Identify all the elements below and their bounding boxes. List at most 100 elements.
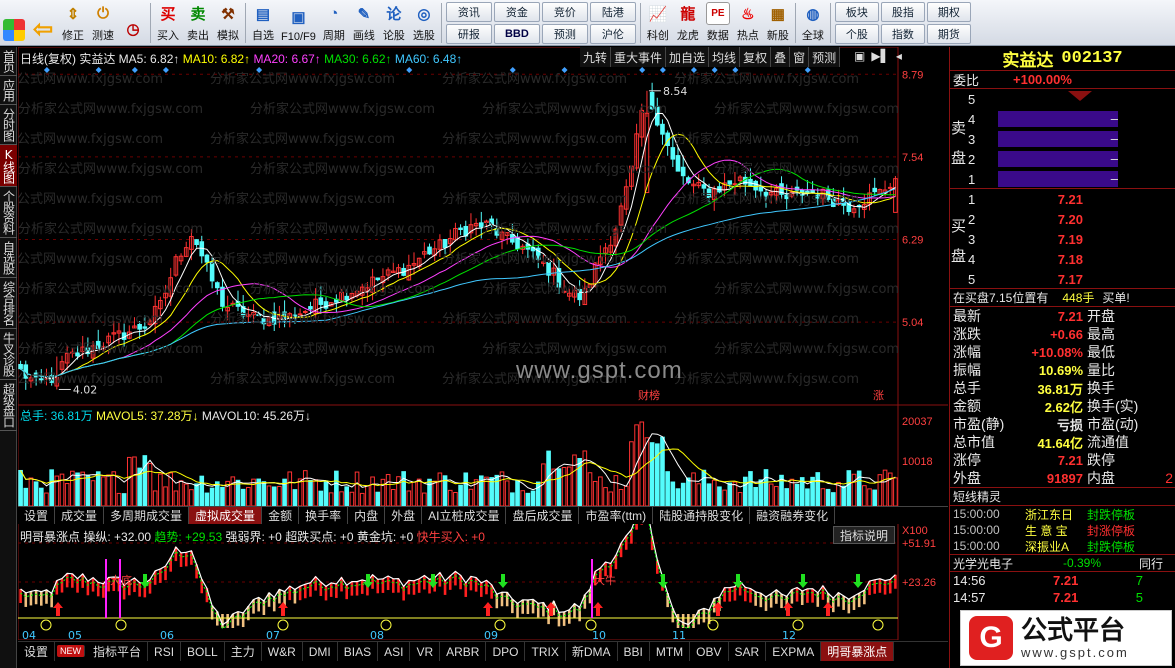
collapse-icon[interactable]: ◂: [896, 49, 902, 63]
indicator-tab-18[interactable]: SAR: [729, 642, 767, 661]
indicator-tab-13[interactable]: TRIX: [525, 642, 566, 661]
indicator-tab-10[interactable]: VR: [410, 642, 441, 661]
toolbar-draw-button[interactable]: ✎ 画线: [349, 0, 379, 46]
volume-subtab-3[interactable]: 虚拟成交量: [189, 507, 263, 524]
toolbar-watchlist-button[interactable]: ▤ 自选: [248, 0, 278, 46]
indicator-tab-12[interactable]: DPO: [486, 642, 526, 661]
volume-subtab-6[interactable]: 内盘: [348, 507, 386, 524]
toolbar-auction-button[interactable]: 竞价: [541, 2, 588, 22]
indicator-tab-20[interactable]: 明哥暴涨点: [821, 642, 895, 661]
toolbar-bbd-button[interactable]: BBD: [493, 24, 540, 44]
toolbar-grid-button[interactable]: [0, 0, 28, 46]
volume-subtab-9[interactable]: 盘后成交量: [506, 507, 580, 524]
toolbar-kechuang-button[interactable]: 📈 科创: [643, 0, 673, 46]
toolbar-stock-button[interactable]: 个股: [834, 24, 879, 44]
queue-order-button[interactable]: 买单!: [1102, 289, 1129, 306]
industry-peer-button[interactable]: 同行: [1139, 555, 1163, 572]
toolbar-data-button[interactable]: PE 数据: [703, 0, 733, 46]
sector-row[interactable]: 15:00:00 浙江东日 封跌停板: [950, 506, 1175, 522]
kline-chart-area[interactable]: 8.79 7.54 6.29 5.04 20037 10018 X100 +51.91 +23.…: [18, 47, 948, 640]
chart-tool-7[interactable]: 预测: [809, 47, 841, 67]
toolbar-london-button[interactable]: 沪伦: [589, 24, 636, 44]
toolbar-forecast-button[interactable]: 预测: [541, 24, 588, 44]
toolbar-global-button[interactable]: ◍ 全球: [798, 0, 828, 46]
chart-tool-1[interactable]: 重大事件: [611, 47, 667, 67]
toolbar-sector-button[interactable]: 板块: [834, 2, 879, 22]
indicator-tab-2[interactable]: 指标平台: [87, 642, 149, 661]
indicator-tab-16[interactable]: MTM: [650, 642, 691, 661]
chart-tool-6[interactable]: 窗: [790, 47, 810, 67]
volume-subtab-12[interactable]: 融资融券变化: [750, 507, 836, 524]
sector-row[interactable]: 15:00:00 生 意 宝 封涨停板: [950, 522, 1175, 538]
toolbar-hk-button[interactable]: 陆港: [589, 2, 636, 22]
chart-tool-5[interactable]: 叠: [771, 47, 791, 67]
toolbar-index-futures-button[interactable]: 股指: [880, 2, 925, 22]
event-diamond-icon[interactable]: [406, 67, 413, 73]
volume-subtab-8[interactable]: AI立桩成交量: [422, 507, 507, 524]
indicator-tab-3[interactable]: RSI: [148, 642, 182, 661]
left-tab-0[interactable]: 首页: [0, 47, 17, 76]
toolbar-discuss-button[interactable]: 论论股: [379, 0, 409, 46]
indicator-help-button[interactable]: 指标说明: [833, 526, 896, 544]
save-icon[interactable]: ▣: [854, 49, 865, 63]
event-diamond-icon[interactable]: [659, 67, 666, 73]
toolbar-newstock-button[interactable]: ▦ 新股: [763, 0, 793, 46]
volume-subtab-5[interactable]: 换手率: [299, 507, 349, 524]
toolbar-fix-button[interactable]: ⇕ 修正: [58, 0, 88, 46]
toolbar-period-button[interactable]: ◔ 周期: [319, 0, 349, 46]
toolbar-indices-button[interactable]: 指数: [880, 24, 925, 44]
chart-tool-0[interactable]: 九转: [580, 47, 612, 67]
sector-row[interactable]: 15:00:00 深振业A 封跌停板: [950, 538, 1175, 554]
indicator-tab-17[interactable]: OBV: [690, 642, 729, 661]
volume-subtab-11[interactable]: 陆股通持股变化: [653, 507, 751, 524]
indicator-tab-5[interactable]: 主力: [225, 642, 262, 661]
toolbar-buy-button[interactable]: 买买入: [153, 0, 183, 46]
toolbar-hot-button[interactable]: ♨ 热点: [733, 0, 763, 46]
indicator-tab-1[interactable]: NEW: [57, 645, 86, 657]
left-tab-2[interactable]: 分时图: [0, 105, 17, 145]
toolbar-speed-button[interactable]: ⏻ 测速: [88, 0, 118, 46]
left-tab-4[interactable]: 个股资料: [0, 187, 17, 238]
indicator-tab-4[interactable]: BOLL: [181, 642, 225, 661]
volume-subtab-2[interactable]: 多周期成交量: [104, 507, 190, 524]
chart-tool-2[interactable]: 加自选: [666, 47, 710, 67]
left-tab-6[interactable]: 综合排名: [0, 278, 17, 329]
indicator-tab-6[interactable]: W&R: [262, 642, 303, 661]
toolbar-clock-button[interactable]: ◷: [118, 0, 148, 46]
indicator-tab-19[interactable]: EXPMA: [766, 642, 822, 661]
toolbar-futures-button[interactable]: 期货: [926, 24, 971, 44]
chart-tool-4[interactable]: 复权: [740, 47, 772, 67]
indicator-tab-0[interactable]: 设置: [18, 642, 56, 661]
play-icon[interactable]: ▶▌: [871, 49, 889, 63]
toolbar-report-button[interactable]: 研报: [445, 24, 492, 44]
chart-tool-3[interactable]: 均线: [709, 47, 741, 67]
left-tab-8[interactable]: 超级盘口: [0, 380, 17, 431]
indicator-tab-15[interactable]: BBI: [618, 642, 650, 661]
toolbar-back-button[interactable]: ⇦: [28, 0, 58, 46]
volume-subtab-1[interactable]: 成交量: [55, 507, 105, 524]
indicator-tab-11[interactable]: ARBR: [440, 642, 487, 661]
industry-name[interactable]: 光学光电子: [953, 555, 1063, 572]
left-tab-5[interactable]: 自选股: [0, 238, 17, 278]
toolbar-sell-button[interactable]: 卖卖出: [183, 0, 213, 46]
event-diamond-icon[interactable]: [639, 67, 646, 73]
volume-subtab-0[interactable]: 设置: [18, 507, 56, 524]
event-diamond-icon[interactable]: [162, 67, 169, 73]
kline-chart-svg[interactable]: 8.79 7.54 6.29 5.04 20037 10018 X100+51.91 +23.…: [18, 47, 948, 640]
volume-subtab-4[interactable]: 金额: [262, 507, 300, 524]
toolbar-funds-button[interactable]: 资金: [493, 2, 540, 22]
indicator-tab-14[interactable]: 新DMA: [566, 642, 618, 661]
left-tab-1[interactable]: 应用: [0, 76, 17, 105]
toolbar-f10-button[interactable]: ▣ F10/F9: [278, 0, 319, 46]
toolbar-simulate-button[interactable]: ⚒ 模拟: [213, 0, 243, 46]
toolbar-news-button[interactable]: 资讯: [445, 2, 492, 22]
volume-subtab-10[interactable]: 市盈率(ttm): [579, 507, 654, 524]
indicator-tab-8[interactable]: BIAS: [338, 642, 379, 661]
toolbar-dragon-button[interactable]: 龍龙虎: [673, 0, 703, 46]
left-tab-3[interactable]: K线图: [0, 145, 17, 187]
toolbar-select-button[interactable]: ◎ 选股: [409, 0, 439, 46]
indicator-tab-9[interactable]: ASI: [378, 642, 411, 661]
toolbar-options-button[interactable]: 期权: [926, 2, 971, 22]
left-tab-7[interactable]: 牛叉诊股: [0, 329, 17, 380]
volume-subtab-7[interactable]: 外盘: [385, 507, 423, 524]
